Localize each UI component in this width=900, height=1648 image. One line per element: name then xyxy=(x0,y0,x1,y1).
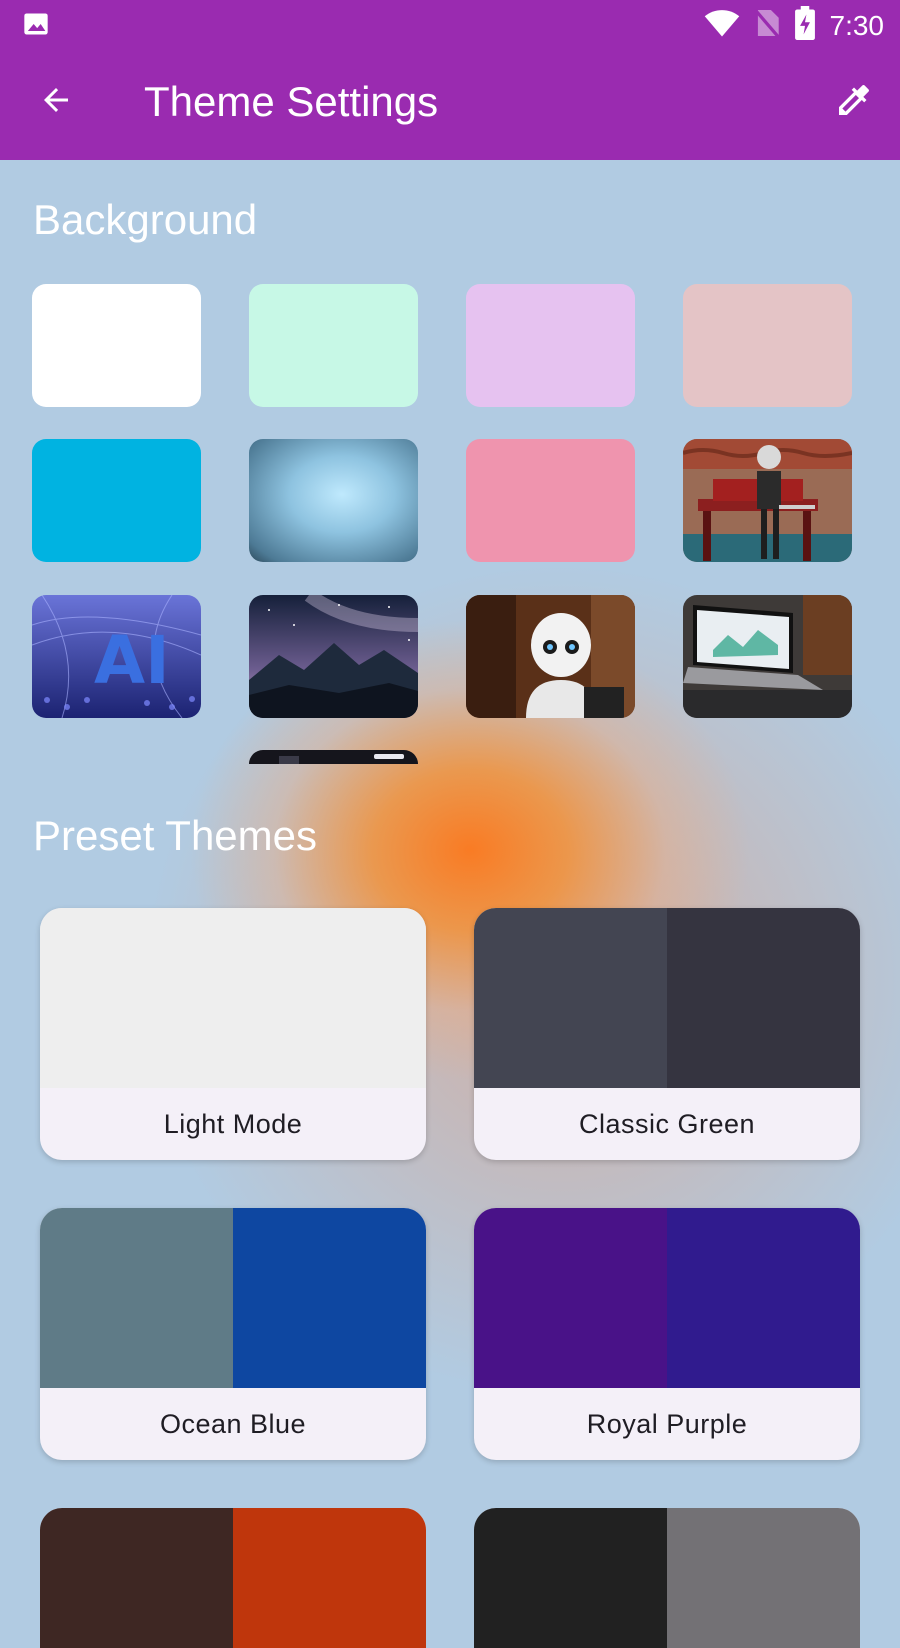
theme-primary-color xyxy=(474,1508,667,1648)
background-image-night-mountains[interactable] xyxy=(249,595,418,718)
theme-primary-color xyxy=(40,908,233,1088)
theme-card-label: Light Mode xyxy=(163,1108,303,1139)
battery-charging-icon xyxy=(794,6,816,45)
wifi-icon xyxy=(704,8,740,43)
theme-card-label: Classic Green xyxy=(578,1108,756,1139)
svg-text:AI: AI xyxy=(94,622,170,699)
background-swatch-pink[interactable] xyxy=(466,439,635,562)
theme-secondary-color xyxy=(667,1208,860,1388)
theme-card-partial-1[interactable] xyxy=(40,1508,426,1648)
background-swatch-lavender[interactable] xyxy=(466,284,635,407)
color-picker-button[interactable] xyxy=(826,74,882,130)
background-swatch-cyan[interactable] xyxy=(32,439,201,562)
theme-card-classic-green[interactable]: Classic Green xyxy=(474,908,860,1160)
theme-card-label: Royal Purple xyxy=(586,1408,748,1439)
theme-secondary-color xyxy=(233,1208,426,1388)
background-swatch-blue-radial[interactable] xyxy=(249,439,418,562)
theme-card-ocean-blue[interactable]: Ocean Blue xyxy=(40,1208,426,1460)
background-image-dark-partial[interactable] xyxy=(249,750,418,764)
back-button[interactable] xyxy=(28,74,84,130)
theme-card-light-mode[interactable]: Light Mode xyxy=(40,908,426,1160)
theme-primary-color xyxy=(40,1208,233,1388)
color-picker-icon xyxy=(834,80,874,125)
app-bar: 7:30 Theme Settings xyxy=(0,0,900,160)
theme-primary-color xyxy=(474,908,667,1088)
background-swatch-white[interactable] xyxy=(32,284,201,407)
background-swatch-rose[interactable] xyxy=(683,284,852,407)
theme-secondary-color xyxy=(233,908,426,1088)
image-icon xyxy=(22,10,50,43)
status-time: 7:30 xyxy=(829,9,885,41)
background-section-title: Background xyxy=(33,196,258,243)
theme-card-label: Ocean Blue xyxy=(159,1408,307,1439)
background-swatch-mint[interactable] xyxy=(249,284,418,407)
toolbar: Theme Settings xyxy=(0,48,900,160)
page-title: Theme Settings xyxy=(144,78,439,125)
status-bar: 7:30 xyxy=(0,0,900,48)
theme-card-partial-2[interactable] xyxy=(474,1508,860,1648)
theme-primary-color xyxy=(40,1508,233,1648)
arrow-back-icon xyxy=(38,82,74,123)
background-image-robot-bench[interactable] xyxy=(683,439,852,562)
theme-card-royal-purple[interactable]: Royal Purple xyxy=(474,1208,860,1460)
background-image-laptop[interactable] xyxy=(683,595,852,718)
background-image-robot-pepper[interactable] xyxy=(466,595,635,718)
no-sim-icon xyxy=(753,7,780,44)
theme-secondary-color xyxy=(667,908,860,1088)
theme-secondary-color xyxy=(667,1508,860,1648)
background-image-ai[interactable]: AI xyxy=(32,595,201,718)
preset-themes-section-title: Preset Themes xyxy=(33,812,318,859)
theme-secondary-color xyxy=(233,1508,426,1648)
theme-primary-color xyxy=(474,1208,667,1388)
